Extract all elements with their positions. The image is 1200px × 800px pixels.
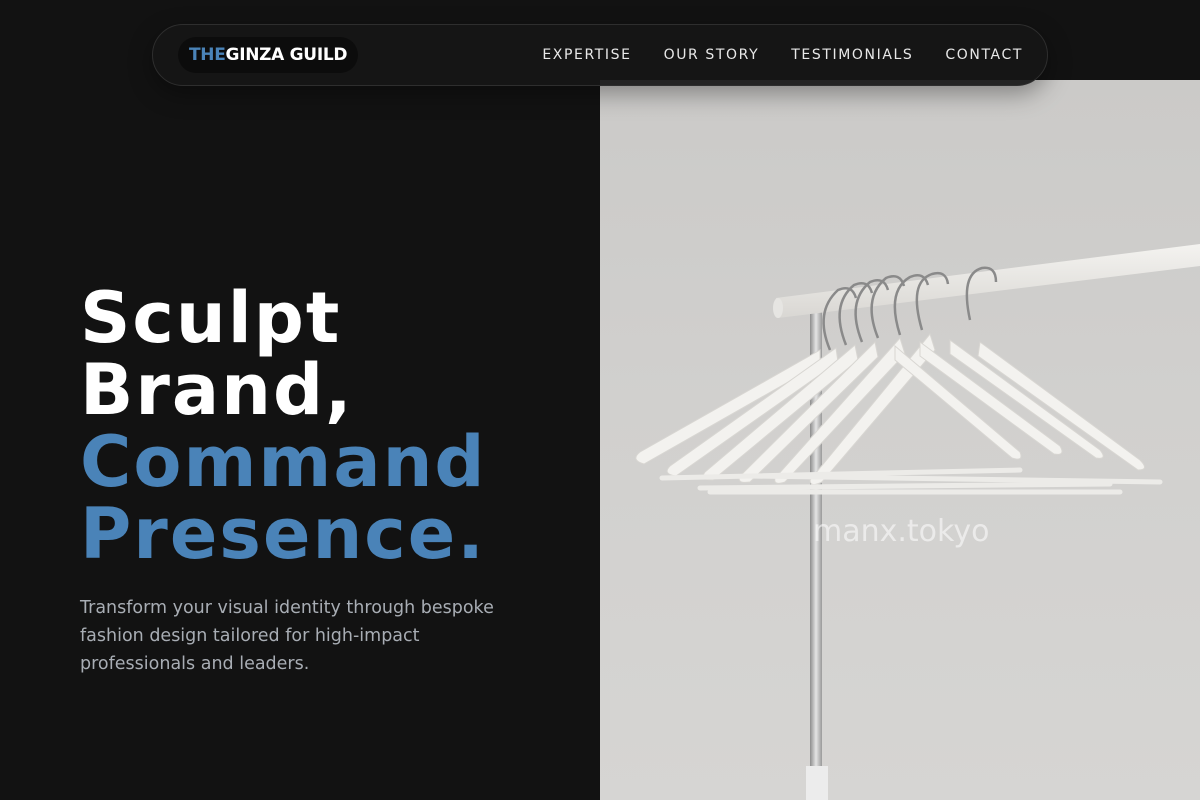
- brand-logo-name: GINZA GUILD: [225, 45, 348, 65]
- hero-headline: Sculpt Brand, Command Presence.: [80, 282, 580, 570]
- nav-link-our-story[interactable]: OUR STORY: [664, 47, 760, 63]
- image-watermark: manx.tokyo: [813, 514, 990, 549]
- nav-links: EXPERTISE OUR STORY TESTIMONIALS CONTACT: [542, 47, 1023, 63]
- top-navigation: THE GINZA GUILD EXPERTISE OUR STORY TESTI…: [152, 24, 1048, 86]
- brand-logo-the: THE: [189, 45, 226, 65]
- hero-section: Sculpt Brand, Command Presence. Transfor…: [80, 282, 580, 678]
- headline-line-4: Presence.: [80, 493, 486, 575]
- brand-logo[interactable]: THE GINZA GUILD: [178, 37, 359, 73]
- headline-line-3: Command: [80, 421, 487, 503]
- nav-link-testimonials[interactable]: TESTIMONIALS: [791, 47, 913, 63]
- hero-subtitle: Transform your visual identity through b…: [80, 598, 494, 674]
- hero-image-hangers: manx.tokyo: [600, 80, 1200, 800]
- clothing-rack-illustration: [635, 244, 1200, 800]
- nav-link-contact[interactable]: CONTACT: [945, 47, 1023, 63]
- headline-line-2: Brand,: [80, 349, 354, 431]
- headline-line-1: Sculpt: [80, 277, 342, 359]
- nav-link-expertise[interactable]: EXPERTISE: [542, 47, 631, 63]
